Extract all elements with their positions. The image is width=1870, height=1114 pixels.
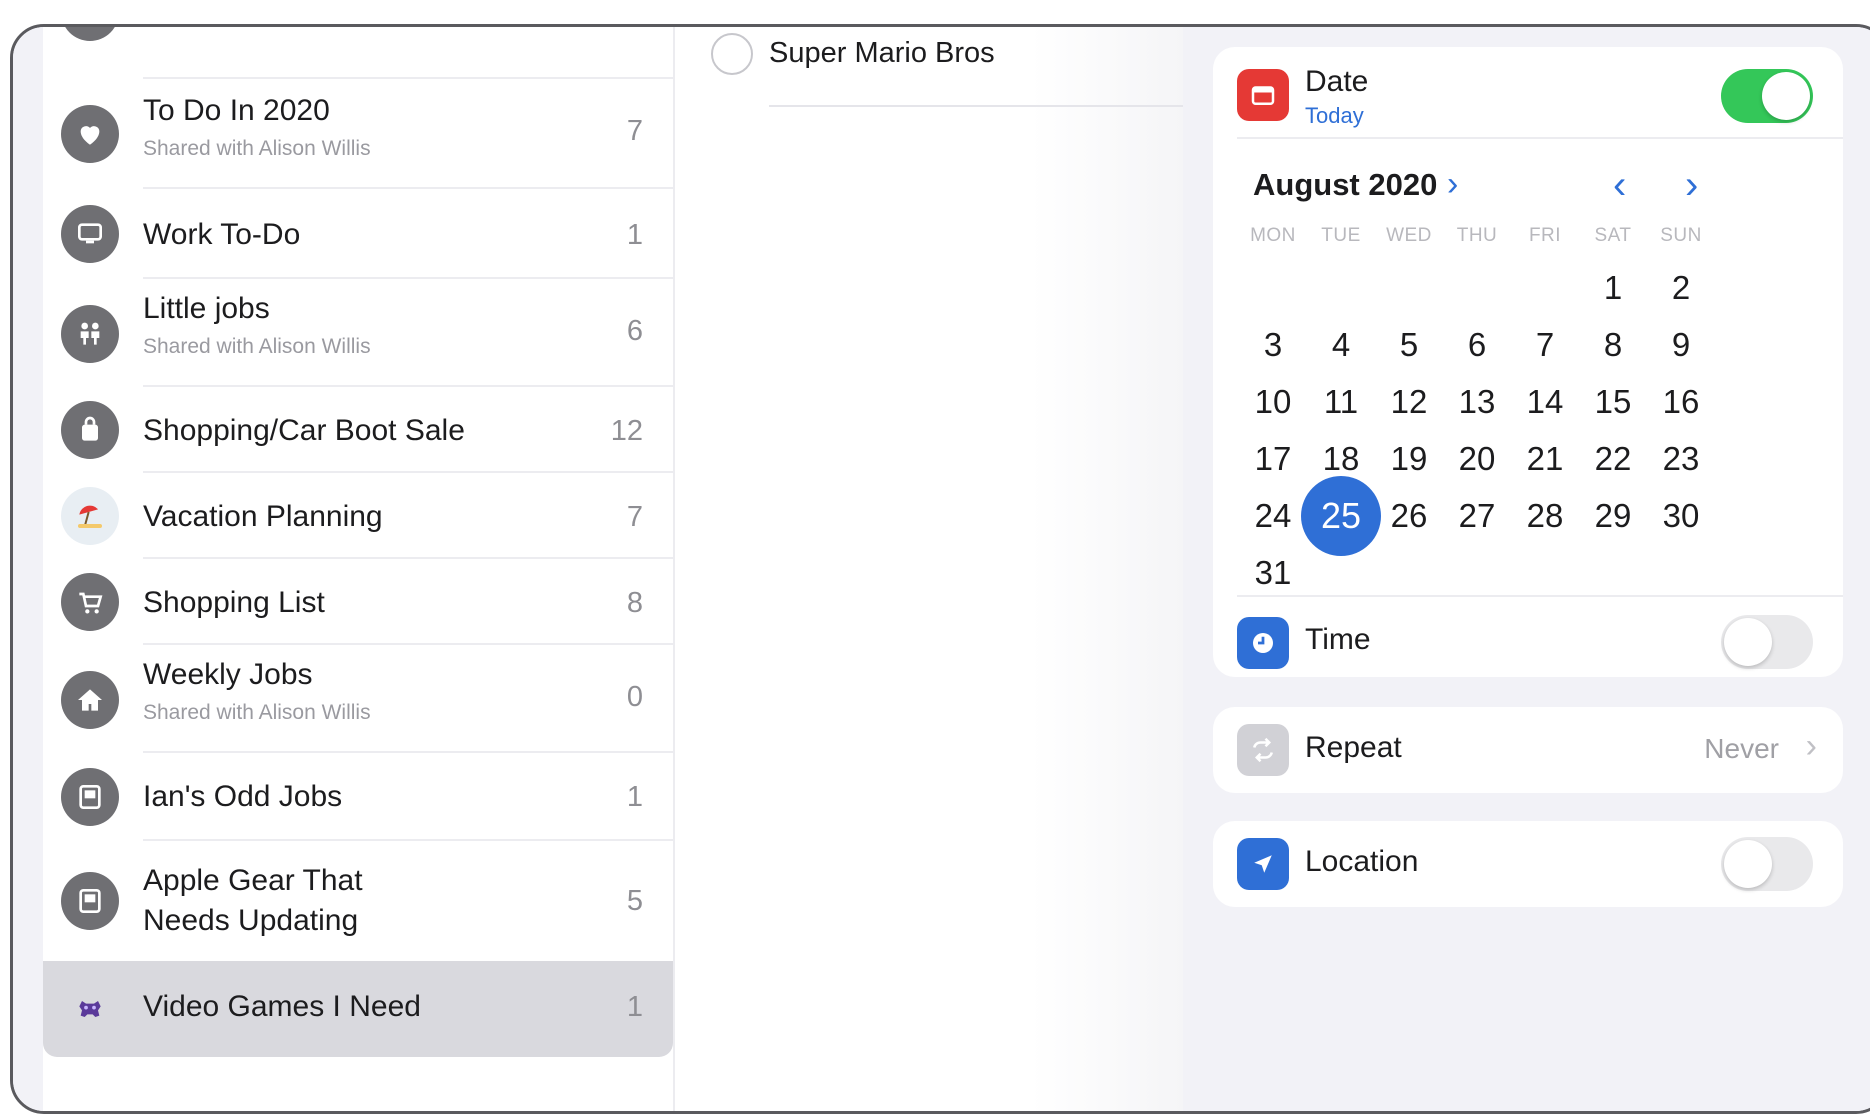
list-subtitle: Shared with Alison Willis (143, 137, 371, 160)
weekday-label: SAT (1594, 225, 1632, 246)
repeat-label: Repeat (1305, 731, 1402, 764)
list-count: 7 (626, 115, 643, 147)
location-toggle[interactable] (1721, 837, 1813, 891)
date-time-card: Date Today August 2020 › ‹ › MON TUE WED TH… (1213, 47, 1843, 677)
list-count: 7 (626, 501, 643, 533)
time-toggle[interactable] (1721, 615, 1813, 669)
divider (1237, 137, 1843, 139)
weekday-label: SUN (1660, 225, 1702, 246)
details-panel: Date Today August 2020 › ‹ › MON TUE WED TH… (1183, 27, 1870, 1111)
list-count: 8 (626, 587, 643, 619)
ipad-frame: To Do In 2020 Shared with Alison Willis … (10, 24, 1870, 1114)
list-count: 6 (626, 315, 643, 347)
calendar-day[interactable]: 28 (1510, 481, 1580, 551)
chevron-right-icon: › (1805, 727, 1817, 765)
list-count: 5 (626, 885, 643, 917)
list-item-selected[interactable]: Video Games I Need 1 (43, 961, 673, 1057)
list-name: Video Games I Need (143, 990, 421, 1023)
date-label: Date (1305, 65, 1369, 98)
list-name: Shopping List (143, 586, 325, 619)
location-label: Location (1305, 845, 1419, 878)
list-name: Ian's Odd Jobs (143, 780, 343, 813)
beach-umbrella-icon (61, 487, 119, 545)
weekday-label: TUE (1321, 225, 1361, 246)
weekday-label: THU (1456, 225, 1498, 246)
people-icon (61, 305, 119, 363)
list-name: To Do In 2020 (143, 94, 330, 127)
repeat-value[interactable]: Never (1704, 733, 1779, 765)
calendar-day[interactable]: 31 (1238, 538, 1308, 608)
time-label: Time (1305, 623, 1371, 656)
reminder-checkbox[interactable] (711, 33, 753, 75)
list-count: 1 (626, 219, 643, 251)
cart-icon (61, 573, 119, 631)
list-subtitle: Shared with Alison Willis (143, 701, 371, 724)
location-arrow-icon (1237, 838, 1289, 890)
list-item[interactable]: To Do In 2020 Shared with Alison Willis … (43, 79, 673, 189)
list-subtitle: Shared with Alison Willis (143, 335, 371, 358)
month-label[interactable]: August 2020 (1253, 167, 1437, 203)
date-toggle[interactable] (1721, 69, 1813, 123)
reminders-panel: Super Mario Bros (673, 27, 1183, 1111)
calendar-day-selected[interactable]: 25 (1301, 476, 1381, 556)
list-item[interactable]: Ian's Odd Jobs 1 (43, 753, 673, 841)
heart-icon (61, 105, 119, 163)
list-count: 0 (626, 681, 643, 713)
repeat-card[interactable]: Repeat Never › (1213, 707, 1843, 793)
weekday-label: WED (1386, 225, 1432, 246)
game-icon (61, 980, 119, 1038)
list-item[interactable]: Vacation Planning 7 (43, 473, 673, 559)
sidebar: To Do In 2020 Shared with Alison Willis … (13, 27, 673, 1111)
list-item[interactable]: Little jobs Shared with Alison Willis 6 (43, 279, 673, 387)
list-item[interactable]: Work To-Do 1 (43, 189, 673, 279)
computer-icon (61, 768, 119, 826)
date-value[interactable]: Today (1305, 103, 1364, 129)
weekday-label: FRI (1528, 225, 1562, 246)
list-item[interactable]: Weekly Jobs Shared with Alison Willis 0 (43, 645, 673, 753)
weekday-label: MON (1250, 225, 1296, 246)
list-item[interactable]: Apple Gear That Needs Updating 5 (43, 841, 673, 961)
computer-icon (61, 872, 119, 930)
divider (1237, 595, 1843, 597)
repeat-icon (1237, 724, 1289, 776)
calendar-icon (1237, 69, 1289, 121)
reminder-title[interactable]: Super Mario Bros (769, 37, 995, 70)
list-name: Little jobs (143, 292, 270, 325)
calendar-day[interactable]: 26 (1374, 481, 1444, 551)
list-icon (61, 27, 119, 41)
house-icon (61, 671, 119, 729)
list-item[interactable]: Shopping/Car Boot Sale 12 (43, 387, 673, 473)
lists-container: To Do In 2020 Shared with Alison Willis … (43, 27, 673, 1111)
list-item[interactable]: Shopping List 8 (43, 559, 673, 645)
list-count: 1 (626, 991, 643, 1023)
list-count: 12 (610, 415, 643, 447)
bag-icon (61, 401, 119, 459)
clock-icon (1237, 617, 1289, 669)
chevron-right-icon[interactable]: › (1447, 165, 1458, 204)
list-count: 1 (626, 781, 643, 813)
calendar-day[interactable]: 29 (1578, 481, 1648, 551)
divider (769, 105, 1183, 107)
list-item-partial[interactable] (43, 27, 673, 79)
list-name: Weekly Jobs (143, 658, 313, 691)
list-name: Vacation Planning (143, 500, 383, 533)
calendar-day[interactable]: 30 (1646, 481, 1716, 551)
monitor-icon (61, 205, 119, 263)
list-name: Work To-Do (143, 218, 301, 251)
location-card: Location (1213, 821, 1843, 907)
chevron-left-icon[interactable]: ‹ (1613, 163, 1626, 208)
list-name: Apple Gear That Needs Updating (143, 864, 363, 937)
chevron-right-icon[interactable]: › (1685, 163, 1698, 208)
list-name: Shopping/Car Boot Sale (143, 414, 465, 447)
calendar-day[interactable]: 27 (1442, 481, 1512, 551)
